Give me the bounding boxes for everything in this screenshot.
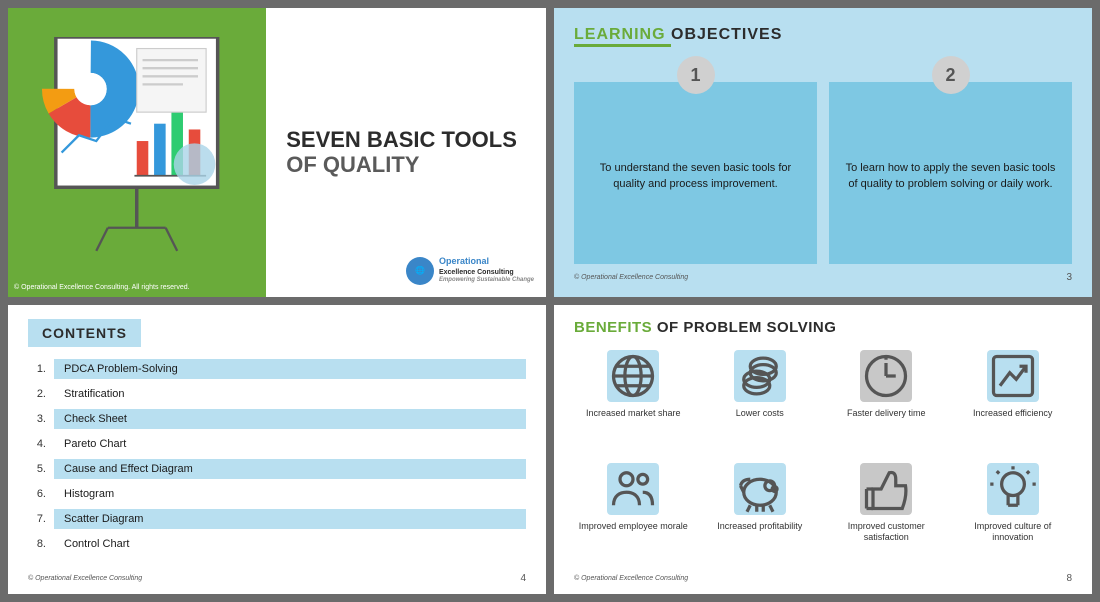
benefit-icon-thumb [860,463,912,515]
slide4-title: BENEFITS OF PROBLEM SOLVING [574,319,1072,336]
benefit-item-1: Increased market share [574,350,693,455]
contents-label-3: Check Sheet [54,409,526,429]
slide4-footer: © Operational Excellence Consulting 8 [574,573,1072,584]
contents-label-2: Stratification [54,384,526,404]
slide3-title: CONTENTS [42,325,127,341]
slide2-page-num: 3 [1066,272,1072,283]
contents-num-4: 4. [28,438,46,450]
slide2-body: 1 To understand the seven basic tools fo… [574,56,1072,264]
contents-num-3: 3. [28,413,46,425]
benefit-icon-piggy [734,463,786,515]
learning-card-2: 2 To learn how to apply the seven basic … [829,56,1072,264]
benefit-icon-bulb [987,463,1039,515]
slide-2: LEARNING OBJECTIVES 1 To understand the … [554,8,1092,297]
benefit-label-7: Improved customer satisfaction [827,521,946,544]
slide4-page-num: 8 [1066,573,1072,584]
slide4-copyright: © Operational Excellence Consulting [574,575,688,582]
logo-globe-icon: 🌐 [406,257,434,285]
learning-card-1: 1 To understand the seven basic tools fo… [574,56,817,264]
slide3-footer: © Operational Excellence Consulting 4 [28,573,526,584]
contents-num-8: 8. [28,538,46,550]
board-illustration [27,37,246,268]
learning-number-2: 2 [932,56,970,94]
contents-label-7: Scatter Diagram [54,509,526,529]
contents-num-1: 1. [28,363,46,375]
contents-item-4: 4. Pareto Chart [28,434,526,454]
benefit-item-5: Improved employee morale [574,463,693,568]
slide1-title: SEVEN BASIC TOOLS OF QUALITY [286,128,526,176]
contents-label-8: Control Chart [54,534,526,554]
benefit-label-1: Increased market share [586,408,681,420]
contents-item-5: 5. Cause and Effect Diagram [28,459,526,479]
slide1-logo: 🌐 Operational Excellence Consulting Empo… [406,256,534,285]
benefit-item-3: Faster delivery time [827,350,946,455]
benefit-icon-clock [860,350,912,402]
benefit-label-8: Improved culture of innovation [954,521,1073,544]
contents-num-7: 7. [28,513,46,525]
benefit-icon-globe [607,350,659,402]
benefit-label-4: Increased efficiency [973,408,1052,420]
contents-num-5: 5. [28,463,46,475]
slide4-header: BENEFITS OF PROBLEM SOLVING [574,319,1072,336]
contents-label-1: PDCA Problem-Solving [54,359,526,379]
slide1-text-panel: SEVEN BASIC TOOLS OF QUALITY 🌐 Operation… [266,8,546,297]
benefit-label-2: Lower costs [736,408,784,420]
learning-box-2: To learn how to apply the seven basic to… [829,82,1072,264]
contents-num-2: 2. [28,388,46,400]
learning-box-1: To understand the seven basic tools for … [574,82,817,264]
contents-label-4: Pareto Chart [54,434,526,454]
slide3-header: CONTENTS [28,319,141,347]
slide1-image-panel: © Operational Excellence Consulting. All… [8,8,266,297]
slide3-page-num: 4 [520,573,526,584]
benefit-icon-people [607,463,659,515]
slide2-copyright: © Operational Excellence Consulting [574,274,688,281]
contents-item-8: 8. Control Chart [28,534,526,554]
slide2-title: LEARNING OBJECTIVES [574,26,1072,44]
contents-item-1: 1. PDCA Problem-Solving [28,359,526,379]
benefit-icon-chart-up [987,350,1039,402]
contents-item-7: 7. Scatter Diagram [28,509,526,529]
slide-1: © Operational Excellence Consulting. All… [8,8,546,297]
slide2-header: LEARNING OBJECTIVES [574,26,1072,44]
benefits-grid: Increased market share Lower costs Faste… [574,350,1072,567]
contents-label-5: Cause and Effect Diagram [54,459,526,479]
contents-item-6: 6. Histogram [28,484,526,504]
slide-4: BENEFITS OF PROBLEM SOLVING Increased ma… [554,305,1092,594]
slide2-footer: © Operational Excellence Consulting 3 [574,272,1072,283]
logo-text: Operational Excellence Consulting Empowe… [439,256,534,285]
slide1-copyright: © Operational Excellence Consulting. All… [14,284,190,291]
benefit-item-2: Lower costs [701,350,820,455]
contents-label-6: Histogram [54,484,526,504]
contents-item-2: 2. Stratification [28,384,526,404]
learning-number-1: 1 [677,56,715,94]
contents-num-6: 6. [28,488,46,500]
benefit-label-5: Improved employee morale [579,521,688,533]
benefit-item-6: Increased profitability [701,463,820,568]
learning-text-2: To learn how to apply the seven basic to… [843,160,1058,193]
benefit-item-7: Improved customer satisfaction [827,463,946,568]
benefit-icon-coins [734,350,786,402]
slide3-copyright: © Operational Excellence Consulting [28,575,142,582]
benefit-label-6: Increased profitability [717,521,802,533]
benefit-item-8: Improved culture of innovation [954,463,1073,568]
benefit-label-3: Faster delivery time [847,408,926,420]
benefit-item-4: Increased efficiency [954,350,1073,455]
contents-list: 1. PDCA Problem-Solving 2. Stratificatio… [28,359,526,565]
slide-3: CONTENTS 1. PDCA Problem-Solving 2. Stra… [8,305,546,594]
contents-item-3: 3. Check Sheet [28,409,526,429]
learning-text-1: To understand the seven basic tools for … [588,160,803,193]
